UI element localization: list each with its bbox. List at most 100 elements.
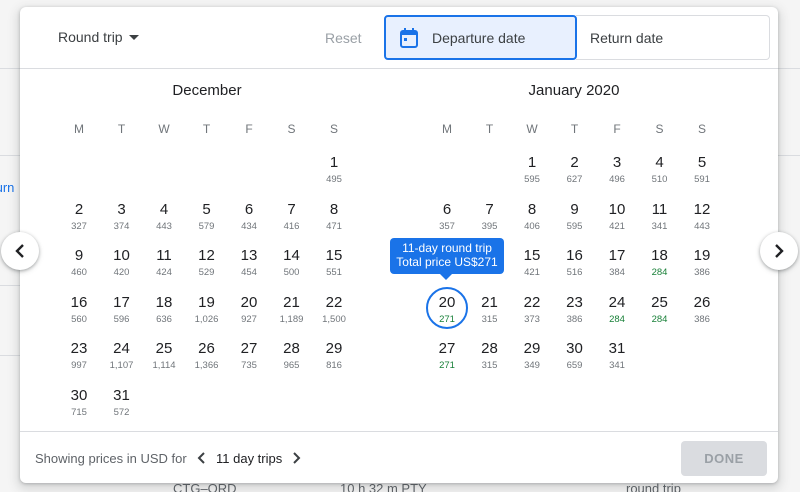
day-price: 271 — [439, 360, 455, 371]
day-cell[interactable]: 6 357 — [426, 194, 468, 236]
day-cell[interactable]: 22 373 — [511, 287, 553, 329]
day-cell[interactable]: 20 927 — [228, 287, 270, 329]
day-cell[interactable]: 5 579 — [186, 194, 228, 236]
day-cell[interactable]: 29 349 — [511, 333, 553, 375]
day-cell[interactable]: 1 595 — [511, 147, 553, 189]
day-cell[interactable]: 18 284 — [639, 240, 681, 282]
day-cell[interactable]: 14 500 — [271, 240, 313, 282]
divider — [0, 155, 20, 156]
day-cell[interactable]: 5 591 — [681, 147, 723, 189]
day-price: 1,114 — [152, 360, 176, 371]
day-cell[interactable]: 6 434 — [228, 194, 270, 236]
day-price: 715 — [71, 406, 87, 418]
day-cell[interactable]: 15 551 — [313, 240, 355, 282]
day-number: 24 — [113, 340, 130, 357]
day-cell[interactable]: 24 1,107 — [101, 333, 143, 375]
day-price: 595 — [524, 174, 540, 185]
day-cell[interactable]: 16 560 — [58, 287, 100, 329]
day-cell[interactable]: 27 735 — [228, 333, 270, 375]
day-cell[interactable]: 19 386 — [681, 240, 723, 282]
departure-date-field[interactable]: Departure date — [384, 15, 577, 60]
weekday-header: T — [485, 122, 494, 136]
day-price: 595 — [566, 220, 583, 232]
day-number: 17 — [608, 247, 626, 264]
weekday-header: S — [655, 122, 664, 136]
day-number: 27 — [438, 340, 456, 357]
day-cell[interactable]: 31 572 — [101, 380, 143, 422]
day-price: 500 — [283, 267, 300, 278]
trip-type-label: Round trip — [58, 29, 123, 45]
divider — [778, 68, 800, 69]
day-cell[interactable]: 1 495 — [313, 147, 355, 189]
chevron-right-icon[interactable] — [290, 450, 304, 466]
day-cell[interactable]: 25 284 — [639, 287, 681, 329]
return-date-field[interactable]: Return date — [576, 15, 770, 60]
done-button[interactable]: DONE — [681, 441, 767, 476]
day-cell[interactable]: 26 1,366 — [186, 333, 228, 375]
next-month-button[interactable] — [760, 232, 798, 270]
day-cell[interactable]: 30 715 — [58, 380, 100, 422]
day-cell[interactable]: 31 341 — [596, 333, 638, 375]
background-link[interactable]: turn — [0, 180, 14, 195]
day-cell[interactable]: 2 327 — [58, 194, 100, 236]
day-cell[interactable]: 2 627 — [554, 147, 596, 189]
day-cell[interactable]: 12 443 — [681, 194, 723, 236]
day-price: 349 — [524, 360, 540, 371]
divider — [0, 285, 20, 286]
day-cell[interactable]: 7 416 — [271, 194, 313, 236]
day-cell[interactable]: 13 454 — [228, 240, 270, 282]
previous-month-button[interactable] — [1, 232, 39, 270]
day-number: 23 — [70, 340, 88, 357]
day-cell[interactable]: 27 271 — [426, 333, 468, 375]
day-cell[interactable]: 11 341 — [639, 194, 681, 236]
day-cell[interactable]: 7 395 — [469, 194, 511, 236]
chevron-left-icon[interactable] — [194, 450, 208, 466]
day-cell[interactable]: 10 421 — [596, 194, 638, 236]
day-cell[interactable]: 17 596 — [101, 287, 143, 329]
day-price: 965 — [283, 360, 300, 371]
day-cell-selected[interactable]: 20 271 — [426, 286, 468, 329]
trip-type-dropdown[interactable]: Round trip — [58, 29, 139, 45]
reset-button[interactable]: Reset — [325, 30, 362, 46]
date-picker-dialog: Round trip Reset Departure date Return d… — [20, 7, 778, 483]
day-cell[interactable]: 22 1,500 — [313, 287, 355, 329]
day-price: 434 — [241, 220, 257, 232]
day-cell[interactable]: 9 460 — [58, 240, 100, 282]
day-cell[interactable]: 4 443 — [143, 194, 185, 236]
return-date-label: Return date — [590, 30, 664, 46]
date-picker-header: Round trip Reset Departure date Return d… — [20, 7, 778, 69]
day-price: 341 — [609, 360, 625, 371]
day-cell[interactable]: 16 516 — [554, 240, 596, 282]
day-cell[interactable]: 30 659 — [554, 333, 596, 375]
day-cell[interactable]: 21 315 — [469, 287, 511, 329]
day-cell[interactable]: 23 997 — [58, 333, 100, 375]
day-cell[interactable]: 10 420 — [101, 240, 143, 282]
day-cell[interactable]: 8 406 — [511, 194, 553, 236]
day-number: 11 — [651, 200, 668, 218]
day-cell[interactable]: 3 374 — [101, 194, 143, 236]
day-cell[interactable]: 21 1,189 — [271, 287, 313, 329]
day-cell[interactable]: 19 1,026 — [186, 287, 228, 329]
day-cell[interactable]: 8 471 — [313, 194, 355, 236]
day-cell[interactable]: 23 386 — [554, 287, 596, 329]
day-cell[interactable]: 12 529 — [186, 240, 228, 282]
day-price: 341 — [651, 220, 668, 232]
day-cell[interactable]: 29 816 — [313, 333, 355, 375]
day-cell[interactable]: 11 424 — [143, 240, 185, 282]
day-price: 1,026 — [194, 313, 219, 325]
day-number: 19 — [198, 293, 215, 311]
day-cell[interactable]: 15 421 — [511, 240, 553, 282]
day-cell[interactable]: 28 965 — [271, 333, 313, 375]
day-price: 395 — [481, 220, 498, 232]
day-cell[interactable]: 17 384 — [596, 240, 638, 282]
day-cell[interactable]: 3 496 — [596, 147, 638, 189]
day-cell[interactable]: 28 315 — [469, 333, 511, 375]
weekday-header: S — [697, 122, 706, 136]
day-cell[interactable]: 26 386 — [681, 287, 723, 329]
day-cell[interactable]: 9 595 — [554, 194, 596, 236]
day-cell[interactable]: 18 636 — [143, 287, 185, 329]
day-cell[interactable]: 24 284 — [596, 287, 638, 329]
day-cell[interactable]: 4 510 — [639, 147, 681, 189]
day-cell[interactable]: 25 1,114 — [143, 333, 185, 375]
day-price: 384 — [609, 267, 625, 278]
